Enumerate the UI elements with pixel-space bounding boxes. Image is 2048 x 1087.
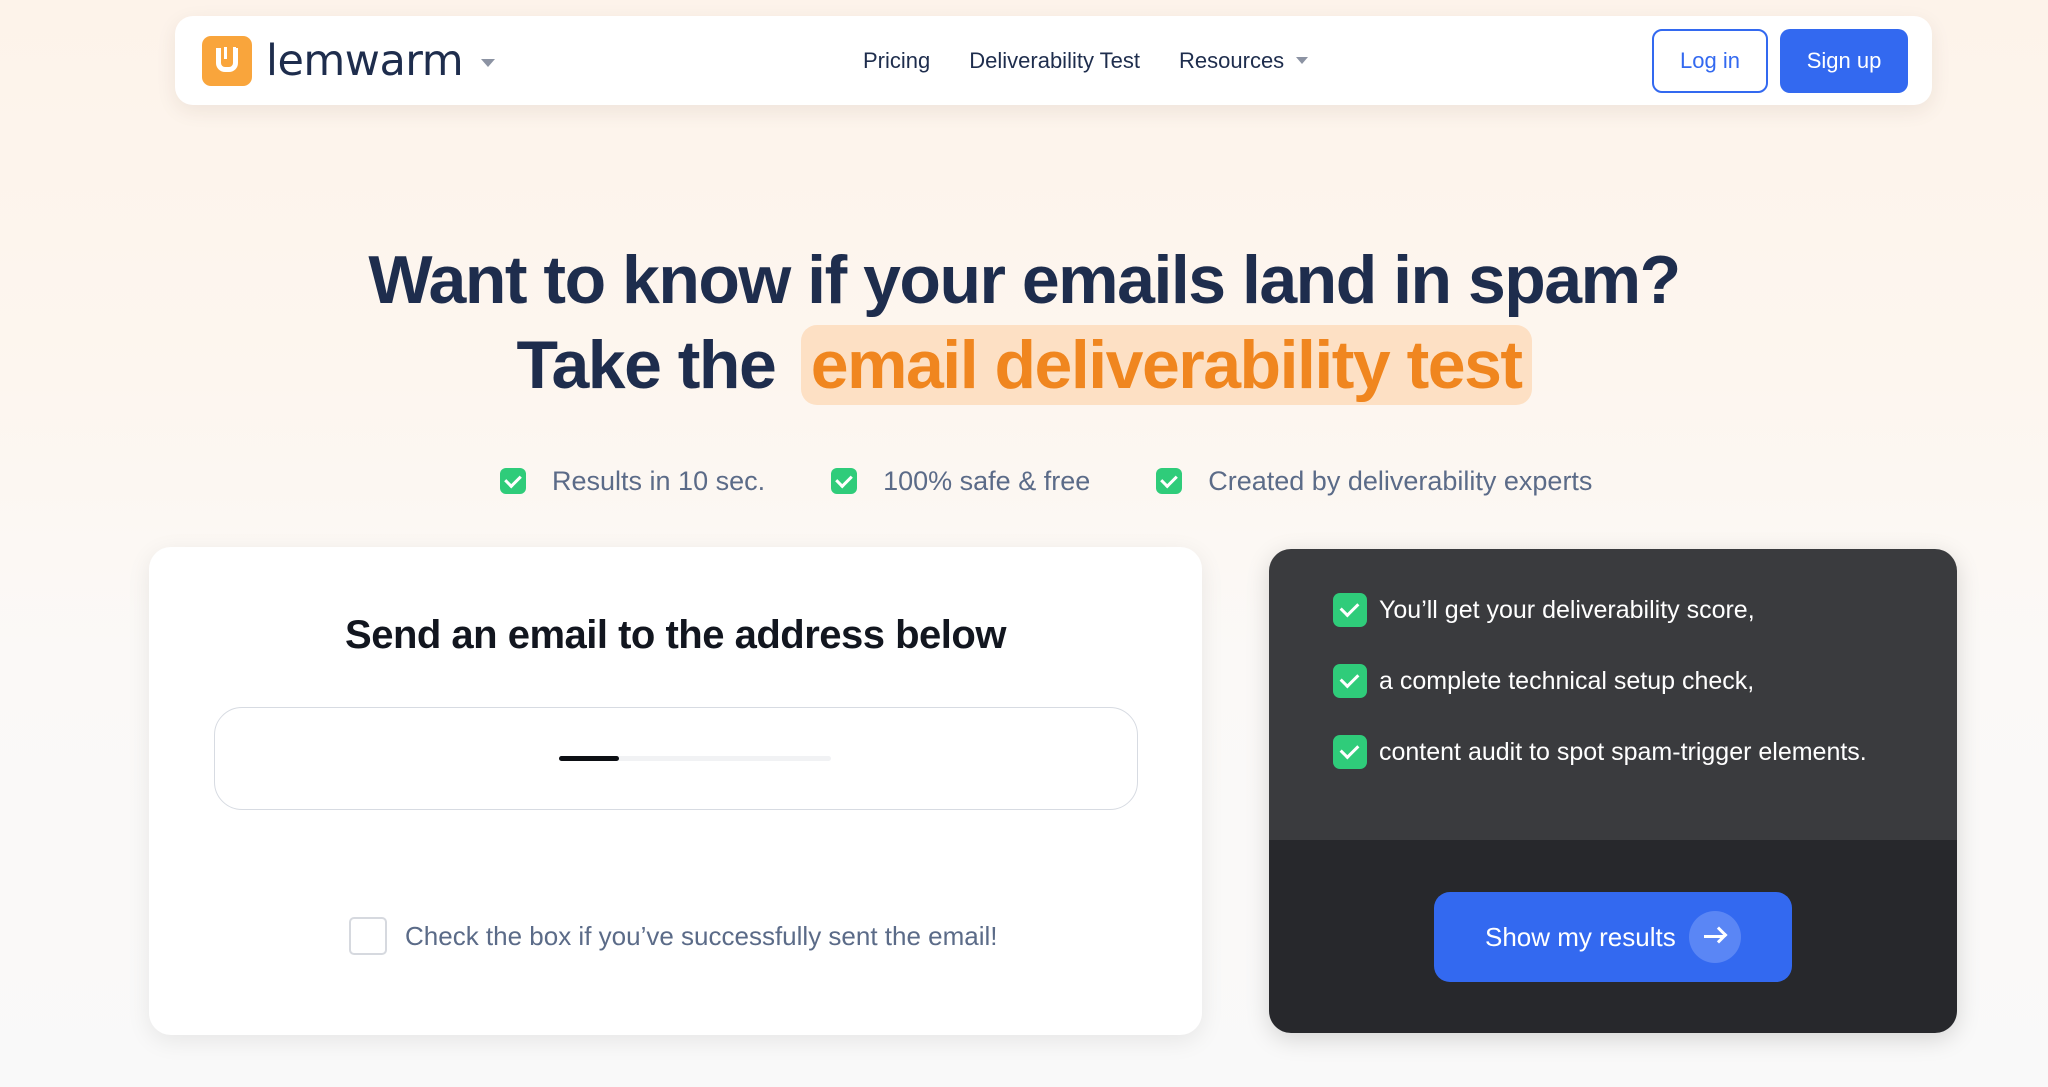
send-email-card: Send an email to the address below Check…	[149, 547, 1202, 1035]
benefit-text: content audit to spot spam-trigger eleme…	[1379, 737, 1867, 766]
hero-title-line2: Take the email deliverability test	[0, 325, 2048, 405]
hero-title-line1: Want to know if your emails land in spam…	[368, 242, 1681, 318]
hero-title-prefix: Take the	[516, 327, 776, 403]
nav-links: Pricing Deliverability Test Resources	[863, 16, 1347, 105]
feature-text: 100% safe & free	[883, 465, 1091, 496]
nav-link-resources-label: Resources	[1179, 47, 1285, 73]
check-icon	[831, 468, 858, 494]
send-email-title: Send an email to the address below	[345, 613, 1006, 657]
email-sent-confirm[interactable]: Check the box if you’ve successfully sen…	[349, 917, 998, 955]
results-card: You’ll get your deliverability score, a …	[1269, 549, 1957, 1033]
check-icon	[500, 468, 526, 494]
check-icon	[1333, 593, 1367, 627]
login-button[interactable]: Log in	[1652, 29, 1768, 93]
address-loading-fill	[559, 756, 619, 761]
check-icon	[1156, 468, 1183, 494]
feature-text: Created by deliverability experts	[1208, 465, 1593, 496]
feature-list: Results in 10 sec. 100% safe & free Crea…	[500, 460, 1658, 502]
feature-text: Results in 10 sec.	[552, 465, 766, 496]
benefit-text: a complete technical setup check,	[1379, 666, 1755, 695]
email-sent-label: Check the box if you’ve successfully sen…	[405, 920, 998, 951]
brand-name: lemwarm	[266, 35, 464, 86]
brand-logo[interactable]: lemwarm	[202, 35, 496, 86]
benefit-item: a complete technical setup check,	[1333, 664, 1754, 698]
top-navbar: lemwarm Pricing Deliverability Test Reso…	[175, 16, 1932, 105]
nav-link-deliverability-test[interactable]: Deliverability Test	[969, 48, 1140, 74]
benefit-item: content audit to spot spam-trigger eleme…	[1333, 735, 1867, 769]
email-sent-checkbox[interactable]	[349, 917, 387, 955]
address-loading-bar	[559, 756, 831, 761]
benefit-item: You’ll get your deliverability score,	[1333, 593, 1755, 627]
nav-link-pricing[interactable]: Pricing	[863, 48, 930, 74]
feature-item: 100% safe & free	[831, 466, 1090, 497]
show-results-button[interactable]: Show my results	[1434, 892, 1792, 982]
nav-link-resources[interactable]: Resources	[1179, 47, 1309, 74]
show-results-label: Show my results	[1485, 921, 1676, 952]
check-icon	[1333, 664, 1367, 698]
test-address-box[interactable]	[214, 707, 1138, 810]
chevron-down-icon[interactable]	[481, 59, 496, 67]
feature-item: Results in 10 sec.	[500, 466, 765, 497]
hero-title-highlight: email deliverability test	[800, 325, 1532, 405]
benefit-text: You’ll get your deliverability score,	[1379, 595, 1755, 624]
chevron-down-icon	[1296, 57, 1309, 64]
arrow-right-icon	[1689, 911, 1741, 963]
signup-button[interactable]: Sign up	[1780, 29, 1908, 93]
benefits-panel: You’ll get your deliverability score, a …	[1269, 549, 1957, 840]
lemwarm-logo-icon	[202, 36, 252, 86]
check-icon	[1333, 735, 1367, 769]
feature-item: Created by deliverability experts	[1156, 466, 1592, 497]
